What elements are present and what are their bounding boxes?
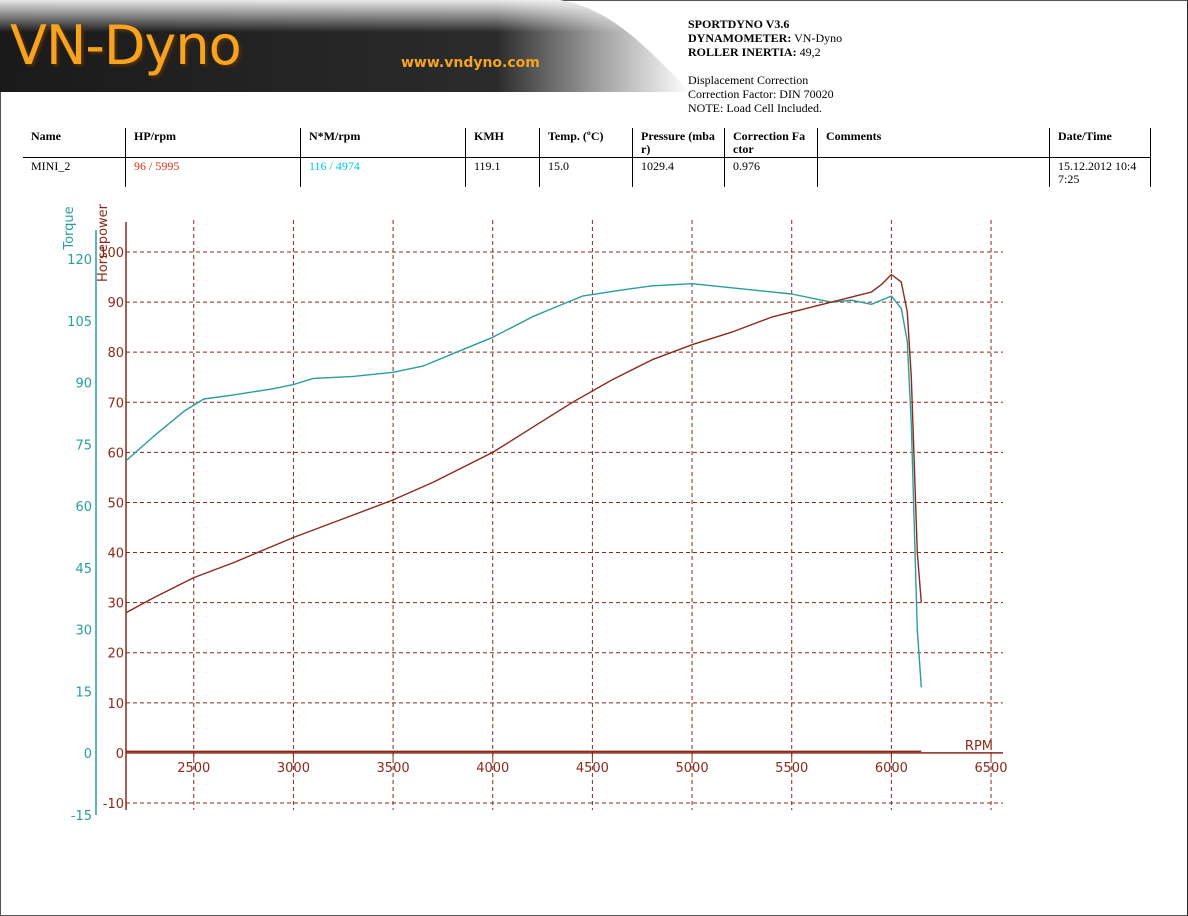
power-tick-label: 90 [107,296,124,311]
torque-tick-label: 30 [75,624,92,639]
torque-tick-label: 45 [75,562,92,577]
x-tick-label: 6000 [875,761,908,776]
power-tick-label: 40 [107,547,124,562]
x-tick-label: 2500 [177,761,210,776]
x-tick-label: 3000 [277,761,310,776]
torque-tick-label: 60 [75,500,92,515]
torque-tick-label: 120 [67,253,92,268]
torque-curve [125,283,922,688]
x-tick-label: 3500 [377,761,410,776]
torque-tick-label: 90 [75,377,92,392]
torque-tick-label: 0 [84,747,92,762]
x-tick-label: 6500 [974,761,1007,776]
power-tick-label: 80 [107,346,124,361]
power-tick-label: 50 [107,496,124,511]
torque-tick-label: 105 [67,315,92,330]
power-tick-label: 60 [107,446,124,461]
torque-tick-label: 75 [75,438,92,453]
power-tick-label: 0 [116,747,124,762]
torque-tick-label: -15 [71,809,92,824]
power-tick-label: 30 [107,597,124,612]
power-tick-label: 10 [107,697,124,712]
power-tick-label: 70 [107,396,124,411]
x-tick-label: 5500 [775,761,808,776]
power-axis-title: Horsepower [96,203,111,282]
power-tick-label: 20 [107,647,124,662]
x-axis-title: RPM [965,739,993,754]
power-curve [125,273,922,614]
x-tick-label: 5000 [676,761,709,776]
x-tick-label: 4500 [576,761,609,776]
x-tick-label: 4000 [476,761,509,776]
power-tick-label: -10 [103,797,124,812]
torque-tick-label: 15 [75,685,92,700]
dyno-chart: -15 0 15 30 45 60 75 90 105 120 -10 0 10 20 30 40 50 60 70… [62,203,1008,824]
torque-axis-title: Torque [62,206,77,250]
